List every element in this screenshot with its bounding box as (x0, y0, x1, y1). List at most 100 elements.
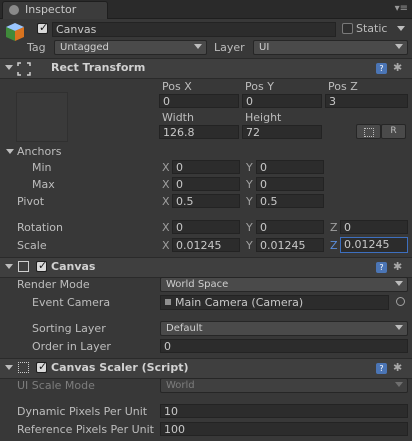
gear-icon[interactable]: ✱ (393, 260, 402, 273)
sorting-layer-dropdown[interactable]: Default (160, 321, 408, 336)
rect-transform-header[interactable]: Rect Transform ? ✱ (0, 58, 412, 79)
order-in-layer-label: Order in Layer (32, 340, 111, 353)
tab-inspector-label: Inspector (25, 3, 77, 16)
pivot-x-field[interactable]: 0.5 (172, 194, 240, 208)
camera-icon (165, 299, 171, 305)
render-mode-value: World Space (166, 279, 229, 290)
pos-x-field[interactable]: 0 (159, 94, 239, 108)
raw-edit-button[interactable]: R (381, 124, 406, 139)
canvas-scaler-enabled-checkbox[interactable]: ✓ (36, 360, 47, 373)
pivot-y-axis: Y (246, 195, 253, 208)
gear-icon[interactable]: ✱ (393, 61, 402, 74)
layer-label: Layer (214, 41, 245, 54)
static-dropdown-icon[interactable] (397, 26, 405, 31)
help-book-icon[interactable]: ? (376, 363, 387, 374)
scale-y-field[interactable]: 0.01245 (256, 238, 324, 252)
canvas-header[interactable]: ✓ Canvas ? ✱ (0, 257, 412, 278)
min-label: Min (32, 161, 52, 174)
min-y-field[interactable]: 0 (256, 160, 324, 174)
order-in-layer-field[interactable]: 0 (160, 339, 408, 353)
layer-dropdown[interactable]: UI (253, 40, 408, 55)
help-book-icon[interactable]: ? (376, 262, 387, 273)
tab-inspector[interactable]: Inspector (2, 1, 108, 19)
rotation-label: Rotation (17, 221, 64, 234)
gameobject-cube-icon (6, 23, 24, 41)
tag-dropdown[interactable]: Untagged (54, 40, 207, 55)
rotation-y-field[interactable]: 0 (256, 220, 324, 234)
help-book-icon[interactable]: ? (376, 63, 387, 74)
tab-menu-icon[interactable]: ▾≡ (395, 3, 408, 14)
reference-pixels-field[interactable]: 100 (160, 422, 408, 436)
chevron-down-icon (395, 44, 403, 49)
width-header: Width (162, 111, 194, 124)
min-x-axis: X (162, 161, 170, 174)
rect-transform-icon (17, 62, 31, 76)
object-name-field[interactable]: Canvas (52, 22, 336, 37)
event-camera-label: Event Camera (32, 296, 111, 309)
gear-icon[interactable]: ✱ (393, 361, 402, 374)
foldout-arrow-icon[interactable] (5, 264, 13, 269)
rotation-z-axis: Z (330, 221, 338, 234)
ui-scale-mode-label: UI Scale Mode (17, 379, 95, 392)
max-y-field[interactable]: 0 (256, 177, 324, 191)
dynamic-pixels-field[interactable]: 10 (160, 404, 408, 418)
inspector-icon (9, 5, 19, 15)
scale-x-field[interactable]: 0.01245 (172, 238, 240, 252)
sorting-layer-value: Default (166, 323, 203, 334)
rotation-x-axis: X (162, 221, 170, 234)
dynamic-pixels-label: Dynamic Pixels Per Unit (17, 405, 148, 418)
width-field[interactable]: 126.8 (159, 125, 239, 139)
scale-x-axis: X (162, 239, 170, 252)
pos-y-field[interactable]: 0 (242, 94, 322, 108)
rotation-z-field[interactable]: 0 (340, 220, 408, 234)
scale-label: Scale (17, 239, 47, 252)
render-mode-label: Render Mode (17, 278, 90, 291)
min-x-field[interactable]: 0 (172, 160, 240, 174)
blueprint-mode-button[interactable] (356, 124, 381, 139)
ui-scale-mode-dropdown: World (160, 378, 408, 393)
chevron-down-icon (395, 325, 403, 330)
reference-pixels-label: Reference Pixels Per Unit (17, 423, 154, 436)
static-checkbox[interactable] (342, 23, 353, 34)
object-picker-icon[interactable] (396, 297, 405, 306)
scale-z-field[interactable]: 0.01245 (340, 237, 408, 253)
scale-y-axis: Y (246, 239, 253, 252)
event-camera-field[interactable]: Main Camera (Camera) (160, 295, 389, 310)
max-x-field[interactable]: 0 (172, 177, 240, 191)
layer-value: UI (259, 42, 270, 53)
rotation-x-field[interactable]: 0 (172, 220, 240, 234)
active-checkbox[interactable]: ✓ (37, 21, 48, 34)
pivot-y-field[interactable]: 0.5 (256, 194, 324, 208)
blueprint-icon (363, 128, 374, 137)
max-label: Max (32, 178, 55, 191)
anchors-label: Anchors (17, 145, 62, 158)
rotation-y-axis: Y (246, 221, 253, 234)
pivot-label: Pivot (17, 195, 45, 208)
pivot-x-axis: X (162, 195, 170, 208)
pos-z-field[interactable]: 3 (325, 94, 408, 108)
anchor-presets-button[interactable] (16, 92, 68, 142)
ui-scale-mode-value: World (166, 380, 195, 391)
canvas-scaler-header[interactable]: ✓ Canvas Scaler (Script) ? ✱ (0, 358, 412, 379)
canvas-scaler-title: Canvas Scaler (Script) (51, 361, 189, 374)
render-mode-dropdown[interactable]: World Space (160, 277, 408, 292)
height-field[interactable]: 72 (242, 125, 322, 139)
sorting-layer-label: Sorting Layer (32, 322, 106, 335)
event-camera-value: Main Camera (Camera) (175, 296, 304, 309)
anchors-foldout-icon[interactable] (6, 149, 14, 154)
chevron-down-icon (194, 44, 202, 49)
chevron-down-icon (395, 382, 403, 387)
canvas-enabled-checkbox[interactable]: ✓ (36, 259, 47, 272)
foldout-arrow-icon[interactable] (5, 65, 13, 70)
pos-x-header: Pos X (162, 80, 192, 93)
pos-z-header: Pos Z (328, 80, 358, 93)
static-label: Static (356, 22, 388, 35)
script-icon (18, 362, 29, 373)
rect-transform-title: Rect Transform (51, 61, 146, 74)
raw-edit-label: R (390, 126, 397, 136)
min-y-axis: Y (246, 161, 253, 174)
foldout-arrow-icon[interactable] (5, 365, 13, 370)
height-header: Height (245, 111, 282, 124)
canvas-title: Canvas (51, 260, 96, 273)
canvas-icon (18, 261, 29, 272)
